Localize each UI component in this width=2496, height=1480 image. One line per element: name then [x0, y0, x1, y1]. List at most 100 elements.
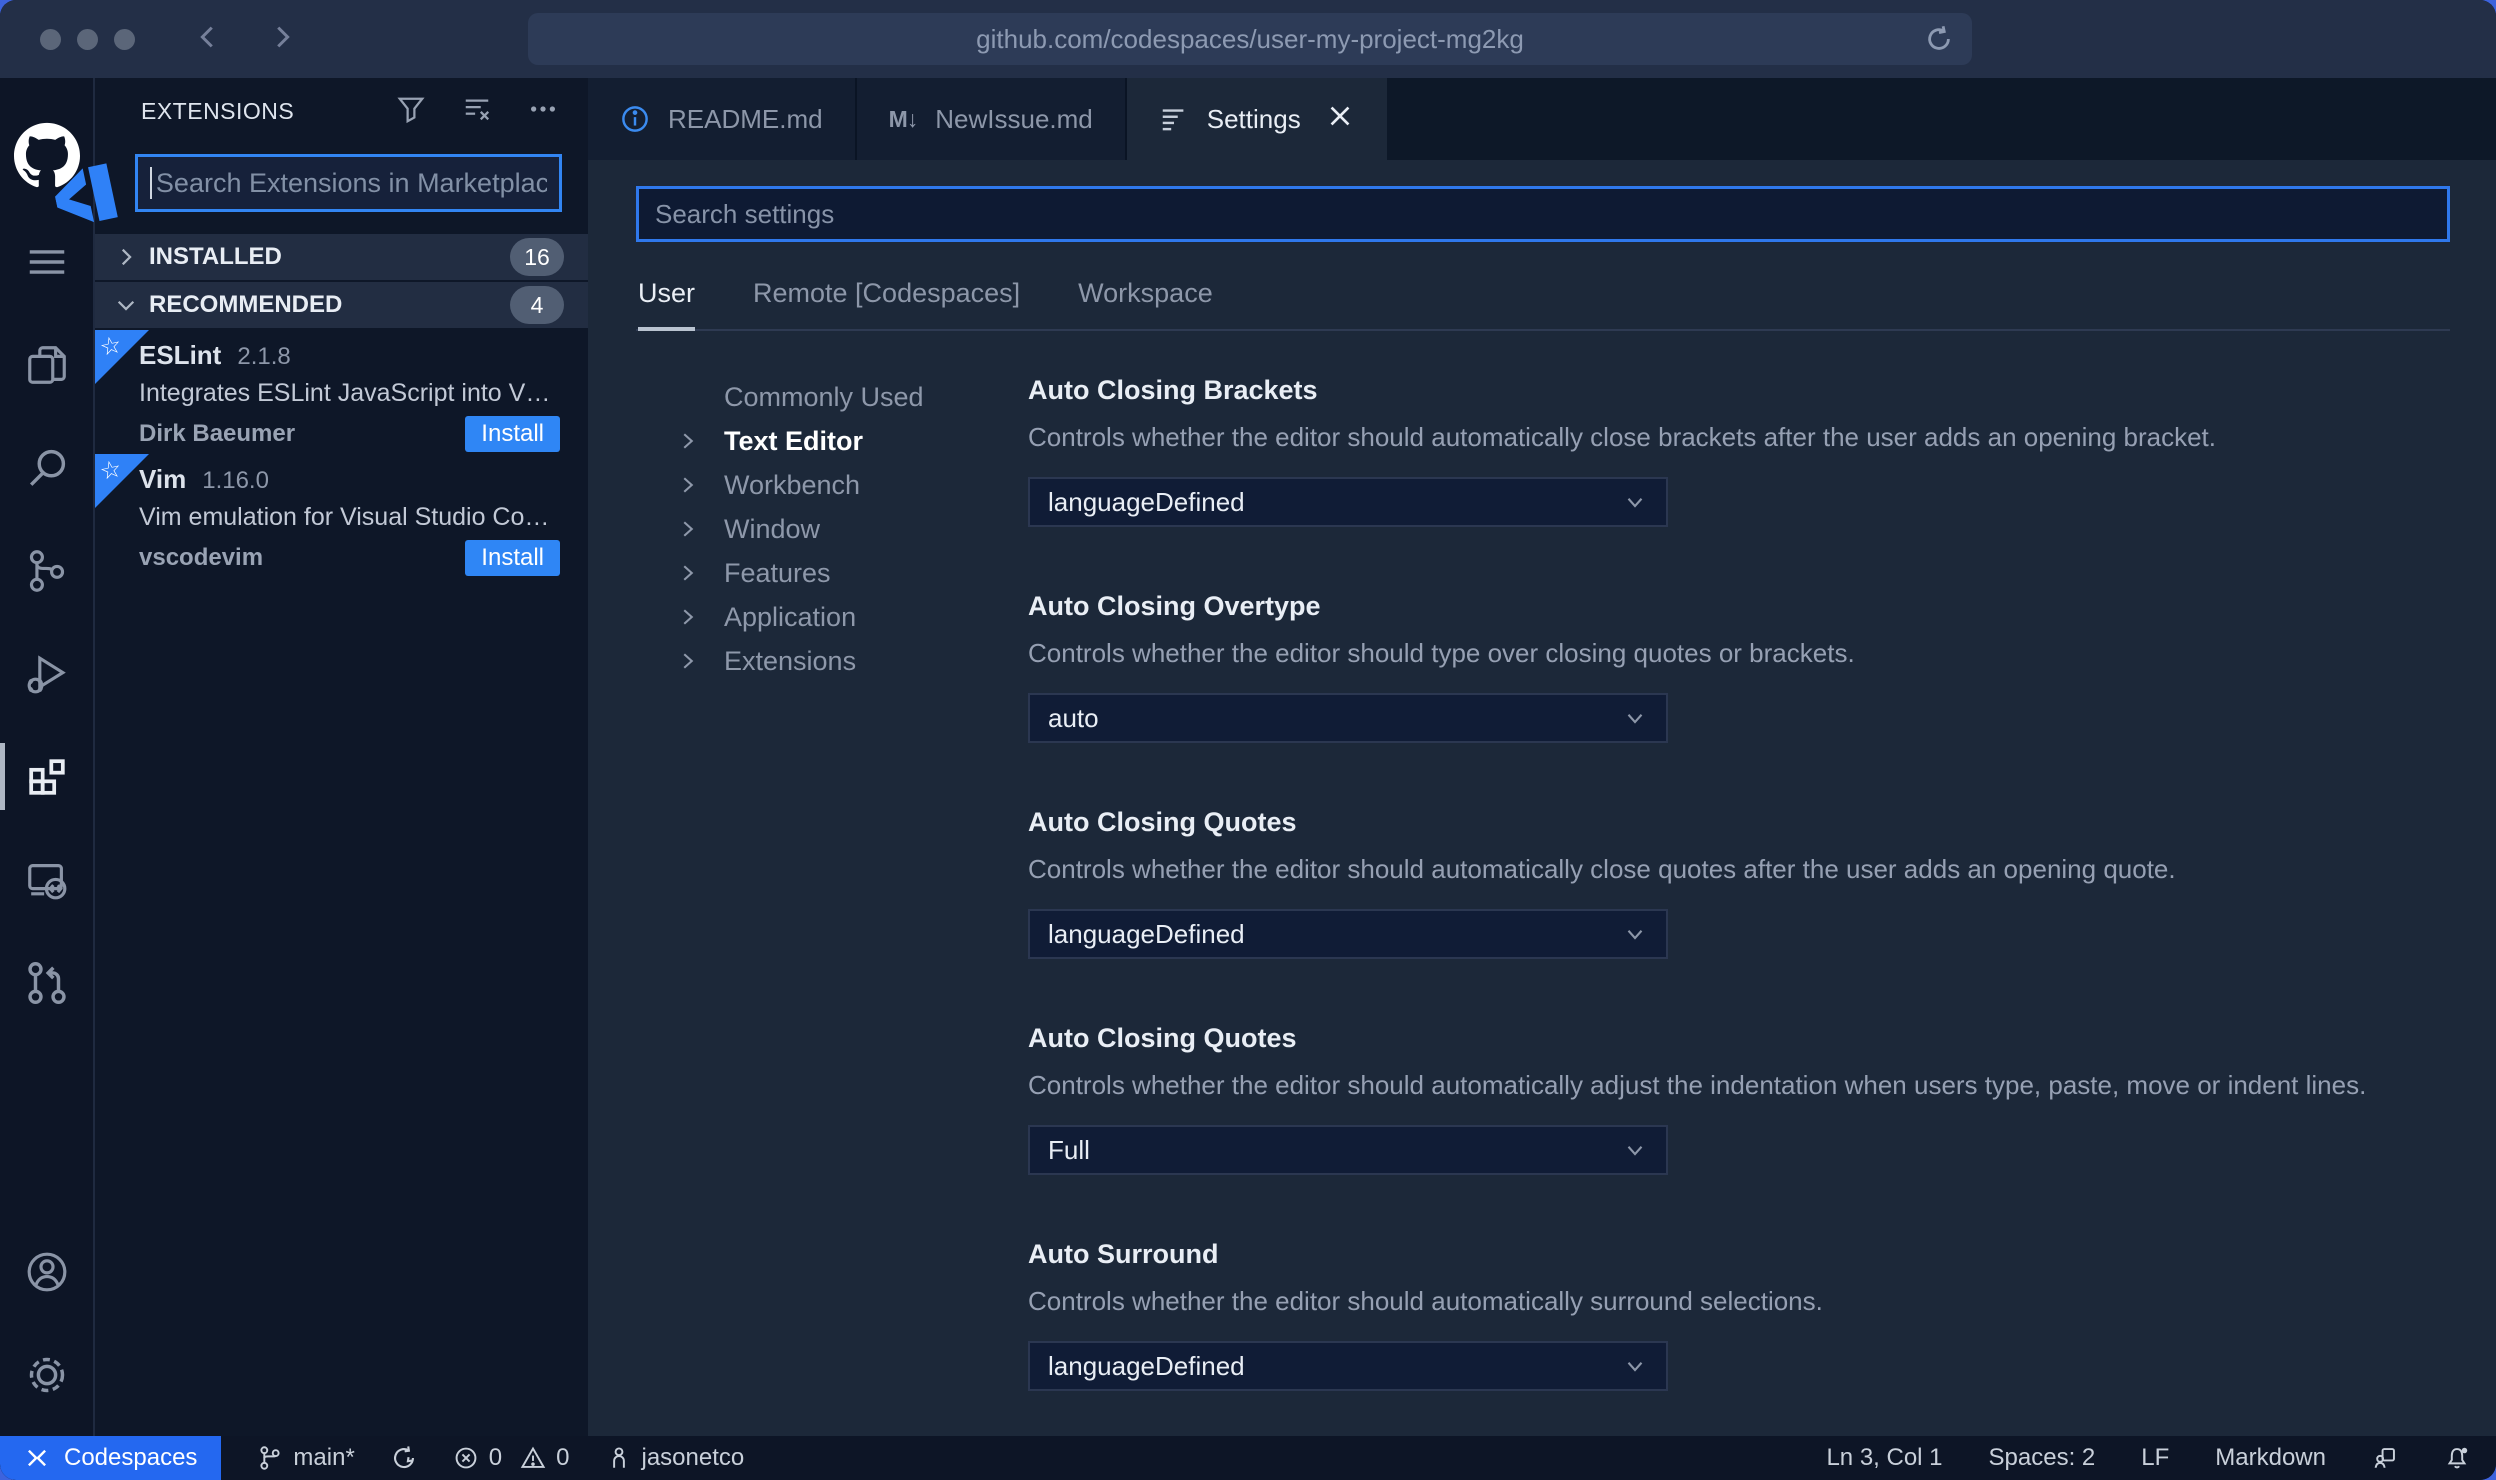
- tree-item-features[interactable]: Features: [676, 551, 1028, 595]
- clear-filter-icon[interactable]: [462, 94, 492, 129]
- activity-bar: [0, 78, 118, 1436]
- setting-dropdown[interactable]: Full: [1028, 1125, 1668, 1175]
- tab-settings[interactable]: Settings: [1126, 78, 1387, 160]
- chevron-down-icon: [1627, 1362, 1643, 1372]
- settings-search-input[interactable]: Search settings: [636, 186, 2450, 242]
- settings-tree: Commonly Used Text Editor Workbench Wind…: [636, 375, 1028, 1436]
- editor-tab-bar: README.md M↓ NewIssue.md Settings: [588, 78, 2496, 160]
- info-icon: [622, 106, 648, 132]
- browser-window: github.com/codespaces/user-my-project-mg…: [0, 0, 2496, 1480]
- forward-icon[interactable]: [267, 22, 297, 57]
- tree-label: Extensions: [724, 645, 857, 676]
- tree-item-text-editor[interactable]: Text Editor: [676, 419, 1028, 463]
- setting-dropdown[interactable]: languageDefined: [1028, 477, 1668, 527]
- reload-icon[interactable]: [1924, 24, 1954, 59]
- indentation-indicator[interactable]: Spaces: 2: [1989, 1444, 2096, 1472]
- extension-item-eslint[interactable]: ☆ ESLint 2.1.8 Integrates ESLint JavaScr…: [95, 330, 588, 454]
- setting-title: Auto Closing Quotes: [1028, 807, 1297, 837]
- pull-request-icon: [27, 961, 66, 1004]
- close-tab-icon[interactable]: [1325, 101, 1355, 138]
- extension-author: Dirk Baeumer: [139, 420, 296, 447]
- feedback-icon: [2374, 1448, 2395, 1468]
- activity-pull-requests[interactable]: [0, 931, 93, 1034]
- tree-label: Text Editor: [724, 425, 864, 456]
- chevron-right-icon: [676, 561, 724, 585]
- extension-item-vim[interactable]: ☆ Vim 1.16.0 Vim emulation for Visual St…: [95, 454, 588, 578]
- branch-indicator[interactable]: main*: [257, 1444, 355, 1472]
- tab-newissue[interactable]: M↓ NewIssue.md: [856, 78, 1127, 160]
- scope-tab-remote[interactable]: Remote [Codespaces]: [753, 278, 1020, 329]
- chevron-down-icon: [117, 300, 135, 311]
- browser-chrome: github.com/codespaces/user-my-project-mg…: [0, 0, 2496, 78]
- chevron-right-icon: [676, 605, 724, 629]
- chevron-down-icon: [1627, 930, 1643, 940]
- account-button[interactable]: [0, 1220, 93, 1323]
- dropdown-value: auto: [1048, 702, 1099, 733]
- gear-icon: [29, 1357, 64, 1392]
- section-recommended[interactable]: RECOMMENDED 4: [95, 282, 588, 330]
- language-mode[interactable]: Markdown: [2215, 1444, 2326, 1472]
- tab-label: NewIssue.md: [935, 103, 1093, 134]
- problems-indicator[interactable]: 0 0: [453, 1444, 570, 1472]
- scope-tab-user[interactable]: User: [638, 278, 696, 331]
- activity-run-debug[interactable]: [0, 622, 93, 725]
- activity-extensions[interactable]: [0, 725, 93, 828]
- manage-settings-button[interactable]: [0, 1323, 93, 1426]
- setting-auto-closing-overtype: Auto Closing Overtype Controls whether t…: [1028, 591, 2450, 743]
- back-icon[interactable]: [193, 22, 223, 57]
- sidebar-title: EXTENSIONS: [141, 97, 295, 124]
- activity-search[interactable]: [0, 416, 93, 519]
- maximize-window-button[interactable]: [114, 28, 135, 50]
- tree-item-workbench[interactable]: Workbench: [676, 463, 1028, 507]
- scope-tab-workspace[interactable]: Workspace: [1078, 278, 1213, 329]
- settings-scope-tabs: User Remote [Codespaces] Workspace: [636, 278, 2450, 331]
- more-actions-icon[interactable]: [528, 94, 558, 129]
- settings-list: Auto Closing Brackets Controls whether t…: [1028, 375, 2450, 1436]
- section-installed[interactable]: INSTALLED 16: [95, 234, 588, 282]
- setting-auto-closing-brackets: Auto Closing Brackets Controls whether t…: [1028, 375, 2450, 527]
- feedback-button[interactable]: [2372, 1445, 2398, 1471]
- eol-indicator[interactable]: LF: [2141, 1444, 2169, 1472]
- activity-source-control[interactable]: [0, 519, 93, 622]
- setting-dropdown[interactable]: auto: [1028, 693, 1668, 743]
- activity-explorer[interactable]: [0, 313, 93, 416]
- sync-button[interactable]: [391, 1445, 417, 1471]
- notifications-button[interactable]: [2444, 1445, 2470, 1471]
- username: jasonetco: [641, 1444, 745, 1471]
- warning-count: 0: [556, 1444, 570, 1471]
- codespaces-remote-button[interactable]: Codespaces: [0, 1436, 222, 1480]
- menu-button[interactable]: [0, 210, 93, 313]
- tree-label: Workbench: [724, 469, 861, 500]
- address-bar[interactable]: github.com/codespaces/user-my-project-mg…: [528, 13, 1972, 65]
- git-branch-icon: [260, 1446, 281, 1470]
- setting-dropdown[interactable]: languageDefined: [1028, 1341, 1668, 1391]
- tree-label: Window: [724, 513, 821, 544]
- window-controls: [40, 28, 135, 50]
- sync-icon: [393, 1446, 414, 1469]
- dropdown-value: languageDefined: [1048, 486, 1245, 517]
- close-window-button[interactable]: [40, 28, 61, 50]
- tab-readme[interactable]: README.md: [588, 78, 857, 160]
- tree-item-commonly-used[interactable]: Commonly Used: [676, 375, 1028, 419]
- chevron-right-icon: [121, 248, 132, 266]
- user-indicator[interactable]: jasonetco: [606, 1444, 745, 1472]
- filter-icon[interactable]: [396, 94, 426, 129]
- explorer-icon: [27, 345, 66, 384]
- branch-name: main*: [293, 1444, 355, 1471]
- tree-item-extensions[interactable]: Extensions: [676, 639, 1028, 683]
- dropdown-value: languageDefined: [1048, 1350, 1245, 1381]
- setting-title: Auto Surround: [1028, 1239, 1219, 1269]
- tree-item-window[interactable]: Window: [676, 507, 1028, 551]
- install-button[interactable]: Install: [465, 540, 560, 576]
- activity-remote-explorer[interactable]: [0, 828, 93, 931]
- cursor-position[interactable]: Ln 3, Col 1: [1826, 1444, 1942, 1472]
- minimize-window-button[interactable]: [77, 28, 98, 50]
- extensions-search-input[interactable]: Search Extensions in Marketplace: [135, 154, 562, 212]
- section-label: RECOMMENDED: [149, 291, 343, 318]
- vscode-wedge-icon: [49, 163, 118, 223]
- tree-item-application[interactable]: Application: [676, 595, 1028, 639]
- setting-title: Auto Closing Brackets: [1028, 375, 1318, 405]
- setting-title: Auto Closing Quotes: [1028, 1023, 1297, 1053]
- install-button[interactable]: Install: [465, 416, 560, 452]
- setting-dropdown[interactable]: languageDefined: [1028, 909, 1668, 959]
